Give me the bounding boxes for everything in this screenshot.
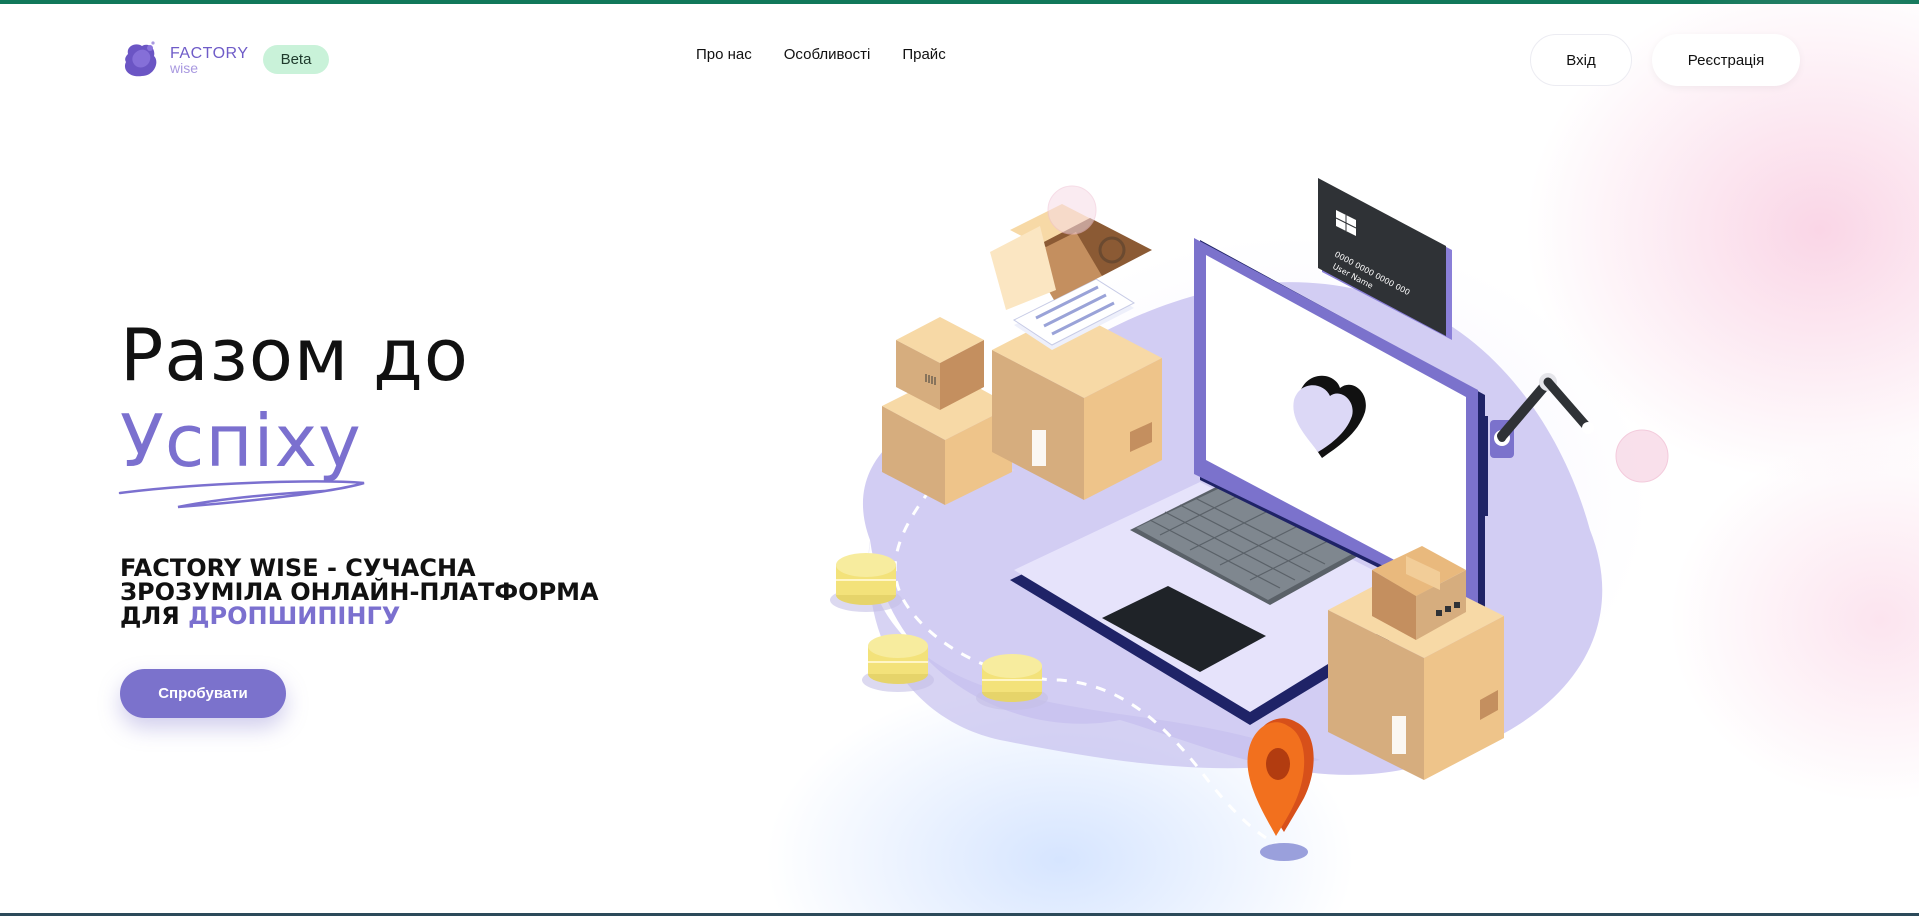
logo-blob-icon xyxy=(124,41,157,77)
nav-item-about[interactable]: Про нас xyxy=(696,46,752,70)
location-pin-icon xyxy=(1247,718,1314,861)
title-underline-swoosh xyxy=(118,480,365,509)
coin-stack-2-icon xyxy=(862,634,934,692)
register-button[interactable]: Реєстрація xyxy=(1652,34,1800,86)
hero-title-accent: Успіху xyxy=(120,399,362,483)
main-nav: Про нас Особливості Прайс xyxy=(696,46,946,70)
coin-stack-1-icon xyxy=(830,553,902,612)
beta-badge: Beta xyxy=(263,45,329,74)
hero-illustration: 0000 0000 0000 000 User Name xyxy=(830,178,1669,861)
hero-title: Разом до Успіху xyxy=(120,312,680,484)
try-button[interactable]: Спробувати xyxy=(120,669,286,718)
logo-text-wise: wise xyxy=(170,59,199,76)
hero-title-line1: Разом до xyxy=(120,313,469,397)
site-header: FACTORY wise Beta Про нас Особливості Пр… xyxy=(0,4,1919,108)
nav-item-pricing[interactable]: Прайс xyxy=(902,46,945,70)
hero-subtitle-accent: ДРОПШИПІНГУ xyxy=(188,602,401,630)
login-button[interactable]: Вхід xyxy=(1530,34,1632,86)
nav-item-features[interactable]: Особливості xyxy=(784,46,871,70)
coin-stack-3-icon xyxy=(976,654,1048,710)
hero-subtitle: FACTORY WISE - СУЧАСНА ЗРОЗУМІЛА ОНЛАЙН-… xyxy=(120,556,640,628)
